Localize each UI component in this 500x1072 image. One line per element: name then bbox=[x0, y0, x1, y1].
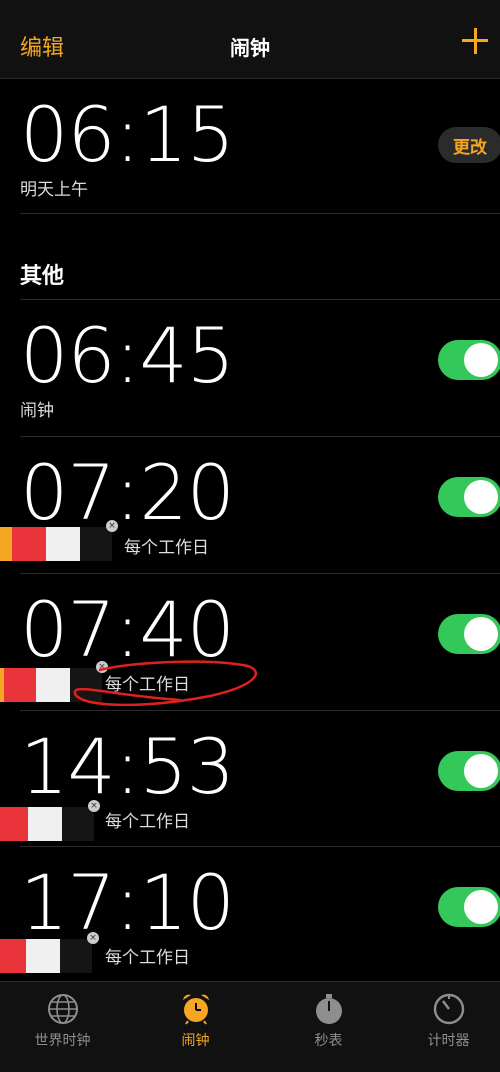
sleep-alarm-time: 06:15 bbox=[20, 90, 235, 179]
color-swatch bbox=[46, 527, 80, 561]
alarm-toggle[interactable] bbox=[438, 614, 500, 654]
alarm-label: 每个工作日 bbox=[124, 538, 209, 558]
alarm-label: 闹钟 bbox=[20, 401, 54, 421]
tab-label: 计时器 bbox=[427, 1033, 470, 1049]
timer-icon bbox=[433, 993, 465, 1025]
alarm-row[interactable]: 07:40 每个工作日 × bbox=[0, 574, 500, 710]
change-button[interactable]: 更改 bbox=[438, 127, 500, 163]
globe-icon bbox=[48, 994, 78, 1024]
color-swatch bbox=[0, 939, 26, 973]
alarm-clock-icon bbox=[183, 994, 209, 1025]
plus-icon[interactable] bbox=[460, 26, 490, 56]
alarm-row[interactable]: 14:53 每个工作日 × bbox=[0, 711, 500, 847]
stopwatch-icon bbox=[316, 994, 342, 1024]
color-swatch bbox=[60, 939, 92, 973]
sleep-alarm-row[interactable]: 06:15 明天上午 更改 bbox=[0, 79, 500, 213]
alarm-row[interactable]: 06:45 闹钟 bbox=[0, 300, 500, 436]
color-swatch bbox=[26, 939, 60, 973]
alarm-toggle[interactable] bbox=[438, 887, 500, 927]
close-icon: × bbox=[106, 520, 118, 532]
tab-timer[interactable]: 计时器 bbox=[386, 982, 500, 1072]
color-swatch bbox=[4, 668, 36, 702]
toggle-knob bbox=[464, 343, 498, 377]
tab-label: 世界时钟 bbox=[34, 1033, 91, 1049]
toggle-knob bbox=[464, 617, 498, 651]
color-swatch bbox=[62, 807, 94, 841]
alarm-label: 每个工作日 bbox=[105, 948, 190, 968]
alarm-row[interactable]: 07:20 每个工作日 × bbox=[0, 437, 500, 573]
navigation-bar: 编辑 闹钟 bbox=[0, 0, 500, 79]
alarm-time: 14:53 bbox=[20, 722, 235, 811]
tab-label: 秒表 bbox=[314, 1033, 343, 1049]
tab-alarm[interactable]: 闹钟 bbox=[133, 982, 258, 1072]
toggle-knob bbox=[464, 480, 498, 514]
toggle-knob bbox=[464, 754, 498, 788]
page-title: 闹钟 bbox=[230, 36, 270, 60]
divider bbox=[20, 213, 500, 214]
section-title-other: 其他 bbox=[20, 264, 65, 289]
color-swatch bbox=[0, 527, 12, 561]
alarm-row[interactable]: 17:10 每个工作日 × bbox=[0, 847, 500, 983]
sleep-alarm-subtitle: 明天上午 bbox=[20, 180, 88, 200]
color-swatch bbox=[0, 807, 28, 841]
alarm-label: 每个工作日 bbox=[105, 812, 190, 832]
color-swatch bbox=[80, 527, 112, 561]
tab-world-clock[interactable]: 世界时钟 bbox=[0, 982, 125, 1072]
alarm-toggle[interactable] bbox=[438, 751, 500, 791]
alarm-toggle[interactable] bbox=[438, 477, 500, 517]
tab-label: 闹钟 bbox=[181, 1033, 210, 1049]
alarm-time: 17:10 bbox=[20, 858, 235, 947]
tab-bar: 世界时钟 闹钟 秒表 计时器 bbox=[0, 981, 500, 1072]
red-annotation-scribble bbox=[73, 660, 257, 707]
tab-stopwatch[interactable]: 秒表 bbox=[266, 982, 391, 1072]
close-icon: × bbox=[88, 800, 100, 812]
color-swatch bbox=[12, 527, 46, 561]
alarm-toggle[interactable] bbox=[438, 340, 500, 380]
color-swatch bbox=[28, 807, 62, 841]
toggle-knob bbox=[464, 890, 498, 924]
alarm-time: 06:45 bbox=[20, 311, 235, 400]
alarm-time: 07:20 bbox=[20, 448, 235, 537]
close-icon: × bbox=[87, 932, 99, 944]
